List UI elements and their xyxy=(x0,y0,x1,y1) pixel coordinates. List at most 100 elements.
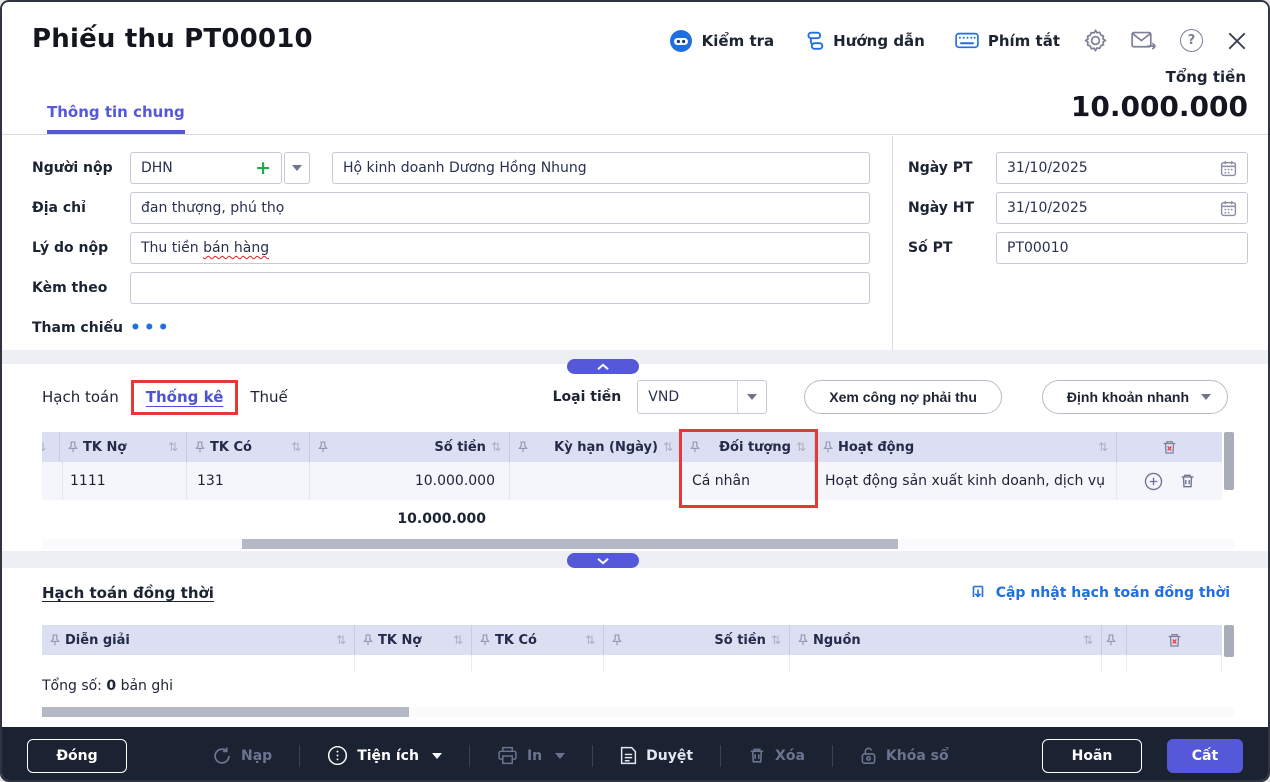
chevron-down-icon xyxy=(1201,394,1211,400)
column-header-credit-account[interactable]: TK Có ⇅ xyxy=(472,625,604,655)
column-header-description[interactable]: Diễn giải ⇅ xyxy=(42,625,355,655)
posting-date-row: Ngày HT 31/10/2025 xyxy=(908,192,1248,224)
scrollbar-thumb[interactable] xyxy=(42,707,409,717)
collapse-down-button[interactable] xyxy=(567,553,639,568)
calendar-icon[interactable] xyxy=(1220,160,1237,177)
column-header-frozen[interactable]: ⇅ xyxy=(42,432,60,462)
pin-icon[interactable] xyxy=(318,441,328,453)
address-field[interactable]: đan thượng, phú thọ xyxy=(130,192,870,224)
sort-icon[interactable]: ⇅ xyxy=(1098,440,1108,454)
table-row[interactable]: 1111 131 10.000.000 Cá nhân Hoạt động sả… xyxy=(42,462,1222,500)
sort-icon[interactable]: ⇅ xyxy=(585,633,595,647)
pin-icon[interactable] xyxy=(68,441,78,453)
approve-button[interactable]: Duyệt xyxy=(620,746,693,765)
receipt-no-row: Số PT PT00010 xyxy=(908,232,1248,264)
update-simultaneous-link[interactable]: Cập nhật hạch toán đồng thời xyxy=(969,584,1230,602)
sort-icon[interactable]: ⇅ xyxy=(663,440,673,454)
tab-accounting[interactable]: Hạch toán xyxy=(42,388,119,406)
pin-icon[interactable] xyxy=(195,441,205,453)
guide-button[interactable]: Hướng dẫn xyxy=(804,31,925,51)
column-header-term[interactable]: Kỳ hạn (Ngày) ⇅ xyxy=(510,432,682,462)
send-mail-icon[interactable] xyxy=(1131,30,1157,51)
payer-name-field[interactable]: Hộ kinh doanh Dương Hồng Nhung xyxy=(332,152,870,184)
settings-gear-icon[interactable] xyxy=(1083,28,1108,53)
payer-code-field[interactable]: DHN + xyxy=(130,152,282,184)
attachment-field[interactable] xyxy=(130,272,870,304)
column-header-debit-account[interactable]: TK Nợ ⇅ xyxy=(60,432,187,462)
posting-date-field[interactable]: 31/10/2025 xyxy=(996,192,1248,224)
table2-horizontal-scrollbar[interactable] xyxy=(42,707,1234,717)
sort-icon[interactable]: ⇅ xyxy=(1083,633,1093,647)
delete-row-icon[interactable] xyxy=(1179,472,1196,490)
save-button[interactable]: Cất xyxy=(1167,739,1243,773)
column-header-source[interactable]: Nguồn ⇅ xyxy=(790,625,1102,655)
receipt-date-row: Ngày PT 31/10/2025 xyxy=(908,152,1248,184)
receipt-no-field[interactable]: PT00010 xyxy=(996,232,1248,264)
pin-icon[interactable] xyxy=(612,634,622,646)
column-header-delete-all[interactable] xyxy=(1117,432,1222,462)
pin-icon[interactable] xyxy=(50,634,60,646)
close-window-icon[interactable] xyxy=(1226,30,1248,52)
print-button[interactable]: In xyxy=(497,746,565,765)
pin-icon[interactable] xyxy=(480,634,490,646)
sort-icon[interactable]: ⇅ xyxy=(491,440,501,454)
view-receivable-button[interactable]: Xem công nợ phải thu xyxy=(804,380,1002,414)
lock-period-button[interactable]: Khóa sổ xyxy=(860,746,949,765)
column-header-amount[interactable]: Số tiền ⇅ xyxy=(310,432,510,462)
delete-button[interactable]: Xóa xyxy=(748,746,805,765)
reload-button[interactable]: Nạp xyxy=(212,746,272,766)
column-header-debit-account[interactable]: TK Nợ ⇅ xyxy=(355,625,472,655)
add-payer-icon[interactable]: + xyxy=(255,159,271,178)
tab-tax[interactable]: Thuế xyxy=(250,388,287,406)
pin-icon[interactable] xyxy=(690,441,700,453)
add-row-icon[interactable] xyxy=(1144,472,1163,491)
delete-all-rows-icon[interactable] xyxy=(1161,439,1178,456)
payer-dropdown-button[interactable] xyxy=(284,152,310,184)
sort-icon[interactable]: ⇅ xyxy=(42,440,46,454)
simultaneous-title[interactable]: Hạch toán đồng thời xyxy=(42,584,214,602)
column-header-delete-all[interactable] xyxy=(1127,625,1222,655)
pin-icon[interactable] xyxy=(798,634,808,646)
help-icon[interactable]: ? xyxy=(1180,29,1203,52)
sort-icon[interactable]: ⇅ xyxy=(291,440,301,454)
page-title: Phiếu thu PT00010 xyxy=(32,24,313,54)
sort-icon[interactable]: ⇅ xyxy=(453,633,463,647)
column-header-activity[interactable]: Hoạt động ⇅ xyxy=(815,432,1117,462)
delete-all-rows-icon[interactable] xyxy=(1166,632,1183,649)
cell-activity[interactable]: Hoạt động sản xuất kinh doanh, dịch vụ xyxy=(815,462,1117,500)
sort-icon[interactable]: ⇅ xyxy=(336,633,346,647)
cell-amount[interactable]: 10.000.000 xyxy=(310,462,510,500)
cell-term[interactable] xyxy=(510,462,682,500)
collapse-up-button[interactable] xyxy=(567,359,639,374)
tab-statistics[interactable]: Thống kê xyxy=(146,388,224,406)
column-header-subject[interactable]: Đối tượng ⇅ xyxy=(682,432,815,462)
column-header-frozen[interactable] xyxy=(1102,625,1127,655)
table1-horizontal-scrollbar[interactable] xyxy=(42,539,1234,549)
reason-field[interactable]: Thu tiền bán hàng xyxy=(130,232,870,264)
scrollbar-thumb[interactable] xyxy=(242,539,898,549)
sort-icon[interactable]: ⇅ xyxy=(168,440,178,454)
sort-icon[interactable]: ⇅ xyxy=(796,440,806,454)
quick-entry-button[interactable]: Định khoản nhanh xyxy=(1042,380,1228,414)
pin-icon[interactable] xyxy=(363,634,373,646)
check-button[interactable]: Kiểm tra xyxy=(669,29,774,53)
postpone-button[interactable]: Hoãn xyxy=(1042,739,1142,773)
receipt-date-field[interactable]: 31/10/2025 xyxy=(996,152,1248,184)
utilities-button[interactable]: Tiện ích xyxy=(327,745,442,766)
calendar-icon[interactable] xyxy=(1220,200,1237,217)
reference-more-icon[interactable]: ••• xyxy=(130,318,172,338)
pin-icon[interactable] xyxy=(518,441,528,453)
cell-credit-account[interactable]: 131 xyxy=(187,462,310,500)
cell-subject[interactable]: Cá nhân xyxy=(682,462,815,500)
shortcut-button[interactable]: Phím tắt xyxy=(955,32,1060,50)
column-header-credit-account[interactable]: TK Có ⇅ xyxy=(187,432,310,462)
column-header-amount[interactable]: Số tiền ⇅ xyxy=(604,625,790,655)
table2-vertical-scrollbar[interactable] xyxy=(1224,625,1234,657)
sort-icon[interactable]: ⇅ xyxy=(771,633,781,647)
pin-icon[interactable] xyxy=(823,441,833,453)
currency-select[interactable]: VND xyxy=(637,380,767,414)
tab-general-info[interactable]: Thông tin chung xyxy=(47,103,185,134)
cell-debit-account[interactable]: 1111 xyxy=(60,462,187,500)
table1-vertical-scrollbar[interactable] xyxy=(1224,432,1234,490)
close-button[interactable]: Đóng xyxy=(27,739,127,773)
